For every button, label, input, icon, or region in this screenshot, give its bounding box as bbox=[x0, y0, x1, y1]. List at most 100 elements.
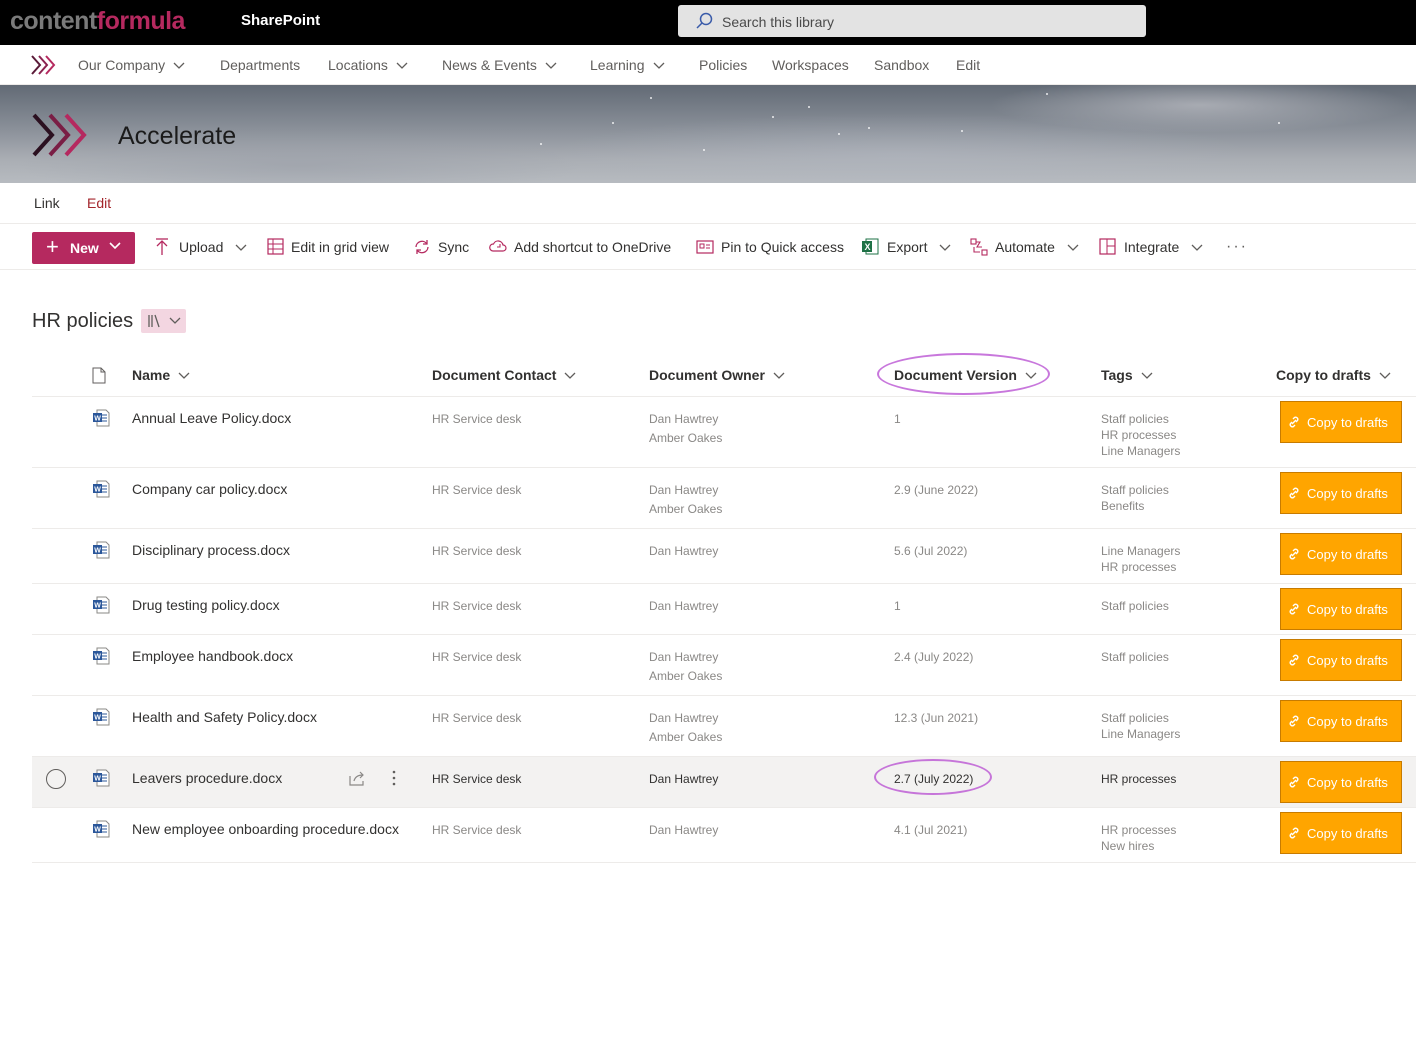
file-name-link[interactable]: Annual Leave Policy.docx bbox=[132, 410, 291, 426]
tag-label[interactable]: Staff policies bbox=[1101, 649, 1169, 665]
column-header-copy-to-drafts[interactable]: Copy to drafts bbox=[1276, 367, 1391, 383]
copy-to-drafts-label: Copy to drafts bbox=[1307, 602, 1388, 617]
tag-label[interactable]: HR processes bbox=[1101, 427, 1180, 443]
column-header-document-contact[interactable]: Document Contact bbox=[432, 367, 576, 383]
view-picker[interactable] bbox=[141, 309, 186, 333]
document-contact: HR Service desk bbox=[432, 823, 522, 837]
column-header-document-owner[interactable]: Document Owner bbox=[649, 367, 785, 383]
tag-label[interactable]: Staff policies bbox=[1101, 411, 1180, 427]
tag-label[interactable]: HR processes bbox=[1101, 822, 1176, 838]
share-icon[interactable] bbox=[348, 770, 366, 791]
link-icon bbox=[1287, 826, 1301, 843]
add-shortcut-onedrive-button[interactable]: Add shortcut to OneDrive bbox=[489, 239, 671, 255]
pin-quick-access-button[interactable]: Pin to Quick access bbox=[696, 239, 844, 255]
hub-nav-our-company[interactable]: Our Company bbox=[78, 57, 185, 73]
copy-to-drafts-button[interactable]: Copy to drafts bbox=[1280, 533, 1402, 575]
copy-to-drafts-button[interactable]: Copy to drafts bbox=[1280, 700, 1402, 742]
owner-name[interactable]: Dan Hawtrey bbox=[649, 770, 718, 789]
owner-name[interactable]: Dan Hawtrey bbox=[649, 410, 722, 429]
table-row[interactable]: W Company car policy.docx HR Service desk D… bbox=[32, 468, 1416, 529]
file-name-link[interactable]: Drug testing policy.docx bbox=[132, 597, 280, 613]
export-button[interactable]: X Export bbox=[862, 238, 951, 255]
copy-to-drafts-button[interactable]: Copy to drafts bbox=[1280, 761, 1402, 803]
hub-nav-workspaces[interactable]: Workspaces bbox=[772, 57, 849, 73]
owner-name[interactable]: Dan Hawtrey bbox=[649, 597, 718, 616]
hub-nav-departments[interactable]: Departments bbox=[220, 57, 300, 73]
owner-name[interactable]: Amber Oakes bbox=[649, 500, 722, 519]
copy-to-drafts-button[interactable]: Copy to drafts bbox=[1280, 401, 1402, 443]
tag-label[interactable]: Staff policies bbox=[1101, 482, 1169, 498]
owner-name[interactable]: Dan Hawtrey bbox=[649, 481, 722, 500]
table-row[interactable]: W Annual Leave Policy.docx HR Service desk… bbox=[32, 397, 1416, 468]
tag-label[interactable]: Staff policies bbox=[1101, 710, 1180, 726]
owner-name[interactable]: Amber Oakes bbox=[649, 667, 722, 686]
owner-name[interactable]: Dan Hawtrey bbox=[649, 542, 718, 561]
tag-label[interactable]: Benefits bbox=[1101, 498, 1169, 514]
table-row[interactable]: W Employee handbook.docx HR Service desk Da… bbox=[32, 635, 1416, 696]
chevron-down-icon bbox=[773, 372, 785, 380]
site-title[interactable]: Accelerate bbox=[118, 122, 236, 151]
table-row[interactable]: W New employee onboarding procedure.docx H… bbox=[32, 808, 1416, 863]
sync-button[interactable]: Sync bbox=[413, 239, 469, 255]
site-nav-edit[interactable]: Edit bbox=[87, 195, 111, 211]
link-icon bbox=[1287, 653, 1301, 670]
more-options-button[interactable]: ··· bbox=[1226, 238, 1248, 256]
tag-label[interactable]: Line Managers bbox=[1101, 726, 1180, 742]
file-name-link[interactable]: Leavers procedure.docx bbox=[132, 770, 282, 786]
copy-to-drafts-button[interactable]: Copy to drafts bbox=[1280, 472, 1402, 514]
app-name[interactable]: SharePoint bbox=[241, 12, 320, 29]
table-row[interactable]: W Leavers procedure.docx HR Service desk Da… bbox=[32, 757, 1416, 808]
site-logo-icon[interactable] bbox=[30, 111, 98, 159]
table-row[interactable]: W Drug testing policy.docx HR Service desk… bbox=[32, 584, 1416, 635]
upload-button[interactable]: Upload bbox=[155, 238, 247, 255]
document-contact: HR Service desk bbox=[432, 772, 522, 786]
hub-nav-locations[interactable]: Locations bbox=[328, 57, 408, 73]
word-file-icon: W bbox=[93, 409, 110, 432]
automate-button[interactable]: Automate bbox=[970, 238, 1079, 256]
owner-name[interactable]: Dan Hawtrey bbox=[649, 709, 722, 728]
copy-to-drafts-button[interactable]: Copy to drafts bbox=[1280, 588, 1402, 630]
tag-list: Line Managers HR processes bbox=[1101, 543, 1180, 575]
tag-label[interactable]: Staff policies bbox=[1101, 598, 1169, 614]
column-header-name[interactable]: Name bbox=[132, 367, 190, 383]
owner-name[interactable]: Amber Oakes bbox=[649, 429, 722, 448]
hub-nav-news-events[interactable]: News & Events bbox=[442, 57, 557, 73]
excel-icon: X bbox=[862, 238, 879, 255]
file-name-link[interactable]: New employee onboarding procedure.docx bbox=[132, 821, 399, 837]
new-button[interactable]: + New bbox=[32, 232, 135, 264]
owner-name[interactable]: Amber Oakes bbox=[649, 728, 722, 747]
more-actions-icon[interactable] bbox=[392, 770, 396, 791]
star-decoration bbox=[703, 149, 705, 151]
hub-logo-icon[interactable] bbox=[30, 54, 56, 76]
star-decoration bbox=[961, 130, 963, 132]
tag-label[interactable]: HR processes bbox=[1101, 559, 1180, 575]
search-box[interactable]: Search this library bbox=[678, 5, 1146, 37]
owner-name[interactable]: Dan Hawtrey bbox=[649, 821, 718, 840]
star-decoration bbox=[540, 143, 542, 145]
file-name-link[interactable]: Employee handbook.docx bbox=[132, 648, 293, 664]
owner-name[interactable]: Dan Hawtrey bbox=[649, 648, 722, 667]
column-header-tags[interactable]: Tags bbox=[1101, 367, 1153, 383]
site-nav-link[interactable]: Link bbox=[34, 195, 60, 211]
hub-nav-sandbox[interactable]: Sandbox bbox=[874, 57, 929, 73]
copy-to-drafts-button[interactable]: Copy to drafts bbox=[1280, 812, 1402, 854]
tag-label[interactable]: Line Managers bbox=[1101, 443, 1180, 459]
table-row[interactable]: W Disciplinary process.docx HR Service des… bbox=[32, 529, 1416, 584]
table-row[interactable]: W Health and Safety Policy.docx HR Service… bbox=[32, 696, 1416, 757]
search-input[interactable]: Search this library bbox=[722, 14, 834, 30]
hub-nav-policies[interactable]: Policies bbox=[699, 57, 747, 73]
file-name-link[interactable]: Health and Safety Policy.docx bbox=[132, 709, 317, 725]
brand-logo[interactable]: contentformula bbox=[10, 7, 185, 35]
tag-label[interactable]: HR processes bbox=[1101, 771, 1176, 787]
hub-nav-learning[interactable]: Learning bbox=[590, 57, 665, 73]
row-select-radio[interactable] bbox=[46, 769, 66, 789]
tag-label[interactable]: Line Managers bbox=[1101, 543, 1180, 559]
edit-grid-view-button[interactable]: Edit in grid view bbox=[267, 238, 389, 255]
file-name-link[interactable]: Company car policy.docx bbox=[132, 481, 287, 497]
copy-to-drafts-button[interactable]: Copy to drafts bbox=[1280, 639, 1402, 681]
hub-nav-edit[interactable]: Edit bbox=[956, 57, 980, 73]
tag-label[interactable]: New hires bbox=[1101, 838, 1176, 854]
integrate-button[interactable]: Integrate bbox=[1099, 238, 1203, 255]
file-type-icon[interactable] bbox=[92, 367, 106, 384]
file-name-link[interactable]: Disciplinary process.docx bbox=[132, 542, 290, 558]
